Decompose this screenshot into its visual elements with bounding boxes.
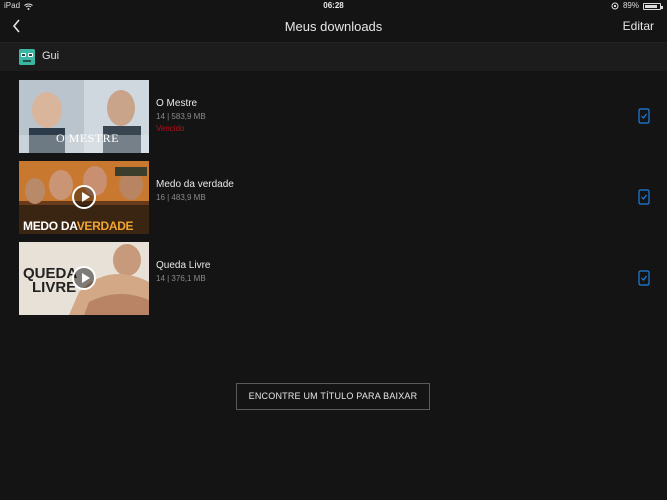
- status-bar-right: 89%: [611, 0, 663, 12]
- movie-thumbnail[interactable]: MEDO DAVERDADE: [19, 161, 149, 234]
- downloaded-device-icon[interactable]: [638, 189, 650, 205]
- download-meta: 14 | 376,1 MB: [156, 274, 206, 283]
- list-item[interactable]: O MESTRE O Mestre 14 | 583,9 MB Vencido: [0, 80, 667, 154]
- battery-percent: 89%: [622, 1, 639, 10]
- download-title: O Mestre: [156, 98, 198, 109]
- orientation-lock-icon: [611, 2, 619, 10]
- avatar-face-icon: [19, 49, 35, 65]
- poster-title: O MESTRE: [56, 131, 120, 145]
- list-item[interactable]: QUEDA LIVRE Queda Livre 14 | 376,1 MB: [0, 242, 667, 316]
- list-item[interactable]: MEDO DAVERDADE Medo da verdade 16 | 483,…: [0, 161, 667, 235]
- poster-title-part1: MEDO DA: [23, 219, 77, 233]
- download-title: Medo da verdade: [156, 179, 234, 190]
- play-icon[interactable]: [72, 185, 96, 209]
- download-meta: 14 | 583,9 MB: [156, 112, 206, 121]
- download-meta: 16 | 483,9 MB: [156, 193, 206, 202]
- expired-status: Vencido: [156, 124, 185, 133]
- downloaded-device-icon[interactable]: [638, 108, 650, 124]
- poster-title-part2: VERDADE: [76, 219, 134, 233]
- status-time: 06:28: [323, 1, 344, 10]
- profile-name: Gui: [42, 50, 60, 62]
- downloaded-device-icon[interactable]: [638, 270, 650, 286]
- download-title: Queda Livre: [156, 260, 211, 271]
- battery-fill: [645, 4, 658, 8]
- movie-thumbnail[interactable]: O MESTRE: [19, 80, 149, 153]
- status-bar: iPad 06:28 89%: [0, 0, 667, 12]
- navigation-bar: Meus downloads Editar: [0, 12, 667, 42]
- page-title: Meus downloads: [284, 19, 383, 34]
- movie-thumbnail[interactable]: QUEDA LIVRE: [19, 242, 149, 315]
- poster-title-part2: LIVRE: [32, 279, 77, 296]
- battery-icon: [643, 2, 663, 10]
- chevron-left-icon[interactable]: [10, 16, 26, 36]
- avatar[interactable]: [19, 49, 35, 65]
- edit-button[interactable]: Editar: [623, 19, 654, 33]
- profile-bar: Gui: [0, 42, 667, 71]
- find-title-button[interactable]: ENCONTRE UM TÍTULO PARA BAIXAR: [236, 383, 430, 410]
- play-icon[interactable]: [72, 266, 96, 290]
